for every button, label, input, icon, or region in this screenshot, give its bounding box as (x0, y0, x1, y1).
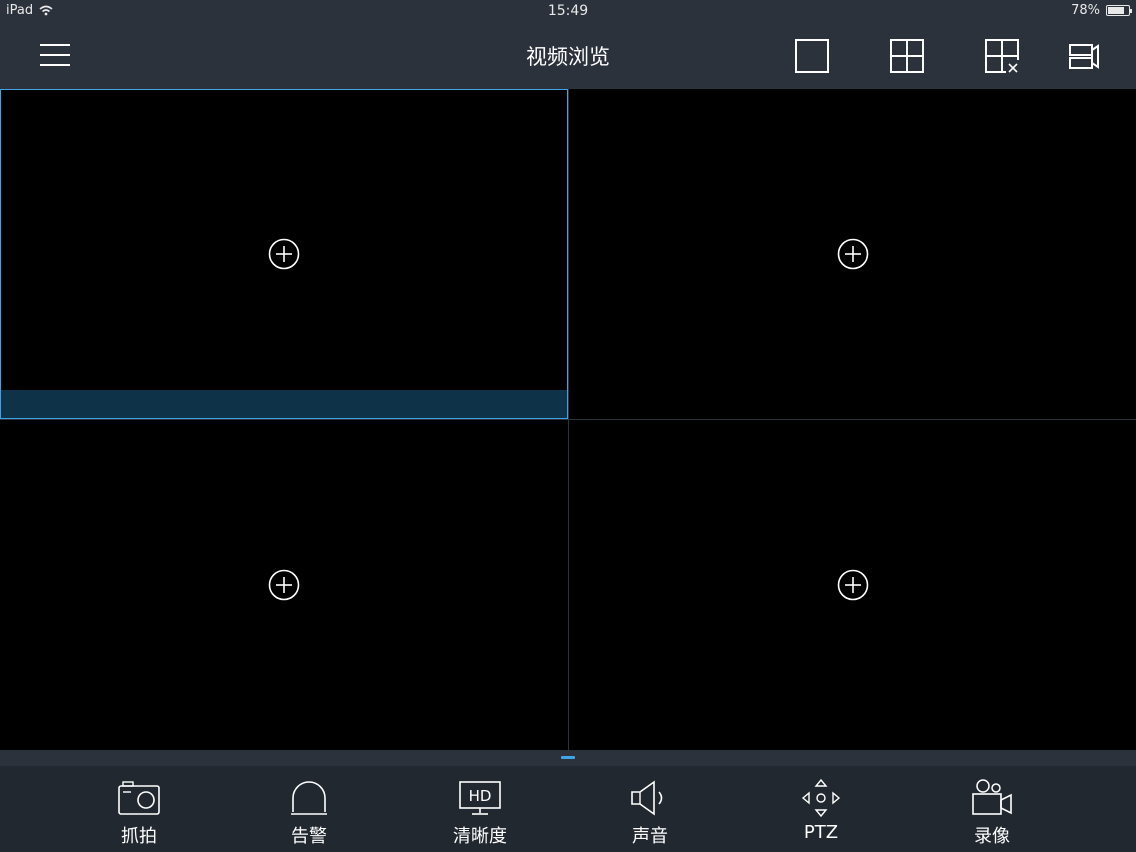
selected-info-bar (1, 390, 567, 418)
close-all-views-button[interactable] (984, 38, 1022, 76)
nav-bar: 视频浏览 (0, 22, 1136, 88)
clock: 15:49 (547, 3, 589, 19)
quad-view-icon (890, 39, 924, 73)
alarm-label: 告警 (291, 826, 327, 847)
camera-list-button[interactable] (1066, 42, 1102, 72)
camera-icon (118, 781, 160, 815)
resolution-button[interactable]: HD 清晰度 (420, 766, 540, 852)
add-circle-icon[interactable] (837, 569, 869, 601)
record-button[interactable]: 录像 (932, 766, 1052, 852)
video-cell-1[interactable] (0, 89, 568, 419)
add-circle-icon[interactable] (837, 238, 869, 270)
sound-button[interactable]: 声音 (590, 766, 710, 852)
video-grid (0, 88, 1136, 750)
video-cell-3[interactable] (0, 420, 568, 750)
hd-icon: HD (459, 781, 501, 815)
battery-percent: 78% (1071, 3, 1100, 18)
quad-view-button[interactable] (889, 38, 925, 74)
alarm-button[interactable]: 告警 (249, 766, 369, 852)
battery-icon (1106, 5, 1132, 16)
close-all-views-icon (985, 39, 1020, 74)
status-bar: iPad 15:49 78% (0, 0, 1136, 22)
svg-text:HD: HD (469, 787, 492, 805)
speaker-icon (631, 780, 663, 816)
status-right: 78% (1071, 3, 1132, 18)
add-circle-icon[interactable] (268, 569, 300, 601)
ptz-arrows-icon (801, 778, 841, 818)
add-circle-icon[interactable] (268, 238, 300, 270)
single-view-button[interactable] (794, 38, 830, 74)
video-camera-icon (972, 779, 1012, 815)
sound-label: 声音 (632, 826, 668, 847)
ptz-label: PTZ (803, 822, 839, 843)
page-title: 视频浏览 (526, 45, 610, 69)
alarm-icon (291, 781, 327, 815)
ptz-button[interactable]: PTZ (761, 766, 881, 852)
camera-list-icon (1069, 44, 1099, 69)
video-cell-4[interactable] (569, 420, 1136, 750)
snapshot-label: 抓拍 (121, 826, 157, 847)
battery-fill (1108, 7, 1124, 14)
bottom-toolbar: 抓拍 告警 HD 清晰度 声音 PTZ 录像 (0, 766, 1136, 852)
resolution-label: 清晰度 (453, 826, 507, 847)
single-view-icon (795, 39, 829, 73)
record-label: 录像 (974, 826, 1010, 847)
toolbar-handle-strip (0, 750, 1136, 766)
toolbar-drag-handle[interactable] (561, 756, 575, 759)
snapshot-button[interactable]: 抓拍 (79, 766, 199, 852)
video-cell-2[interactable] (569, 89, 1136, 419)
